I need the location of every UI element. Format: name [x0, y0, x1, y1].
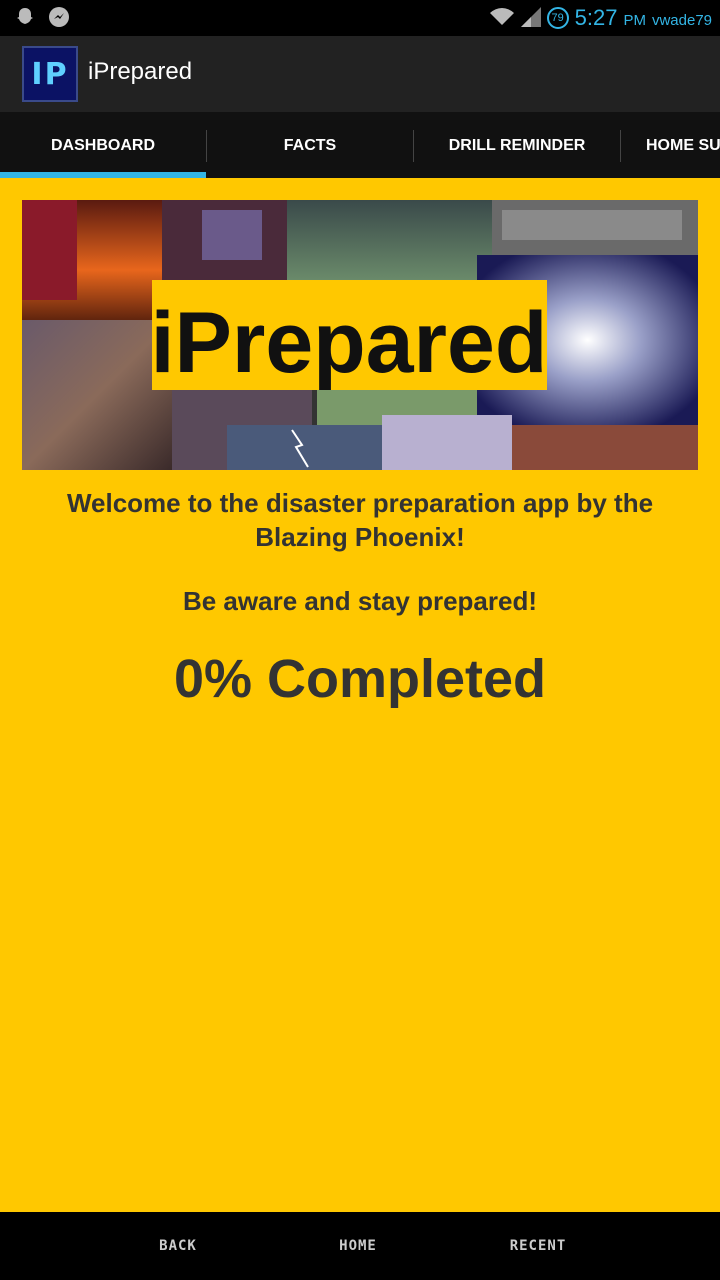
back-button[interactable]: BACK — [128, 1212, 228, 1280]
tab-drill-reminder[interactable]: DRILL REMINDER — [414, 114, 620, 178]
messenger-icon — [48, 6, 70, 28]
status-bar: 79 5:27 PM vwade79 — [0, 0, 720, 36]
completion-progress: 0% Completed — [173, 649, 547, 709]
tab-home-supplies[interactable]: HOME SU — [621, 114, 720, 178]
banner-title: iPrepared — [151, 295, 548, 391]
banner-collage: iPrepared — [22, 200, 698, 470]
system-status: 79 5:27 PM vwade79 — [489, 4, 712, 32]
app-icon[interactable]: IP — [22, 46, 78, 102]
disaster-banner-image: iPrepared — [22, 200, 698, 470]
tab-bar: DASHBOARD FACTS DRILL REMINDER HOME SU — [0, 114, 720, 178]
home-button[interactable]: HOME — [308, 1212, 408, 1280]
clock-time: 5:27 — [574, 5, 618, 30]
dashboard-content: iPrepared Welcome to the disaster prepar… — [0, 178, 720, 1212]
navigation-bar: BACK HOME RECENT — [0, 1212, 720, 1280]
clock-ampm: PM — [623, 12, 646, 29]
battery-icon: 79 — [546, 7, 569, 29]
wifi-icon — [489, 5, 515, 32]
snapchat-icon — [14, 6, 36, 28]
user-name: vwade79 — [651, 12, 712, 29]
notification-icons — [14, 6, 70, 28]
app-title: iPrepared — [88, 58, 193, 85]
tagline: Be aware and stay prepared! — [182, 586, 538, 616]
welcome-message: Welcome to the disaster preparation app … — [66, 488, 654, 552]
recent-apps-button[interactable]: RECENT — [488, 1212, 588, 1280]
tab-facts[interactable]: FACTS — [207, 114, 413, 178]
signal-icon — [520, 5, 541, 32]
action-bar: IP iPrepared — [0, 36, 720, 114]
tab-dashboard[interactable]: DASHBOARD — [0, 114, 206, 178]
